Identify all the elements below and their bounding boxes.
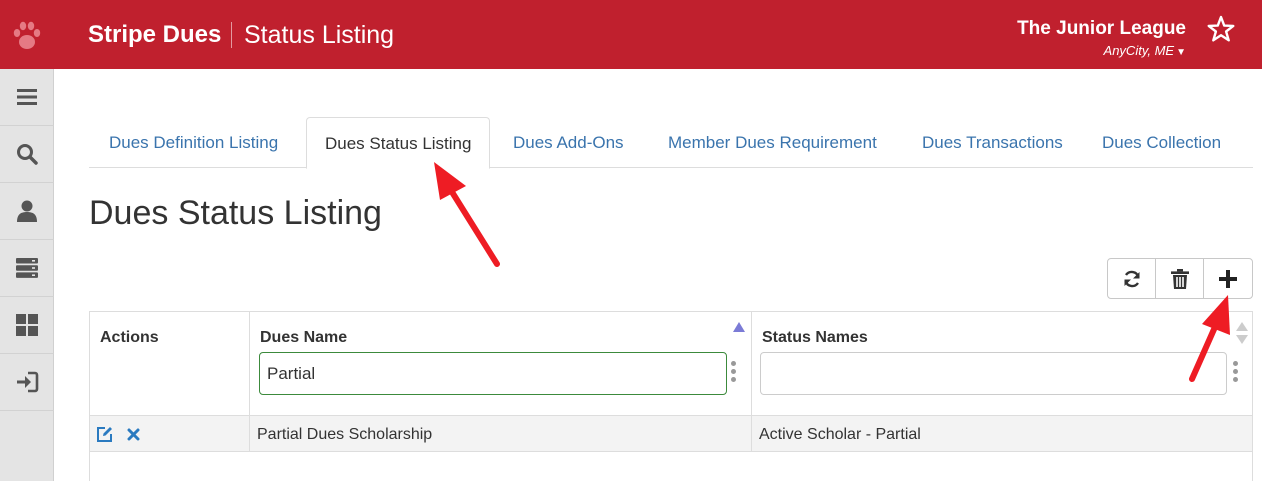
tab-dues-add-ons[interactable]: Dues Add-Ons	[513, 117, 624, 168]
delete-button[interactable]	[1156, 259, 1204, 298]
app-title[interactable]: Stripe Dues	[88, 21, 221, 49]
column-label-status-names: Status Names	[762, 329, 868, 346]
dues-status-table: Actions Dues Name Partial Status Names P…	[89, 311, 1253, 481]
status-names-filter-input[interactable]	[760, 352, 1227, 395]
dues-name-cell: Partial Dues Scholarship	[250, 416, 752, 452]
org-selector[interactable]: AnyCity, ME ▼	[1104, 43, 1186, 58]
tab-dues-definition-listing[interactable]: Dues Definition Listing	[109, 117, 278, 168]
star-icon[interactable]	[1206, 14, 1236, 44]
column-header-status-names[interactable]: Status Names	[752, 312, 1253, 415]
edit-icon[interactable]	[96, 426, 113, 443]
paw-logo-icon[interactable]	[0, 0, 54, 69]
title-divider	[231, 22, 232, 48]
menu-icon	[17, 89, 37, 105]
sidebar-item-menu[interactable]	[0, 69, 54, 126]
tab-dues-status-listing[interactable]: Dues Status Listing	[306, 117, 491, 169]
org-city: AnyCity, ME	[1103, 43, 1175, 58]
top-header: Stripe Dues Status Listing The Junior Le…	[0, 0, 1262, 69]
server-icon	[16, 258, 38, 278]
sidebar-item-sign-in[interactable]	[0, 354, 54, 411]
delete-icon[interactable]	[127, 428, 140, 441]
column-header-dues-name[interactable]: Dues Name Partial	[250, 312, 752, 415]
table-row[interactable]: Partial Dues Scholarship Active Scholar …	[90, 416, 1252, 452]
search-icon	[17, 144, 38, 165]
sign-in-icon	[17, 371, 39, 393]
arrow-to-tab-icon	[434, 162, 500, 267]
sidebar-item-dashboard[interactable]	[0, 297, 54, 354]
dues-name-filter-input[interactable]: Partial	[259, 352, 727, 395]
add-button[interactable]	[1204, 259, 1252, 298]
sidebar-item-search[interactable]	[0, 126, 54, 183]
refresh-button[interactable]	[1108, 259, 1156, 298]
page-title: Dues Status Listing	[89, 194, 382, 232]
sort-ascending-icon[interactable]	[733, 322, 745, 332]
tab-bar: Dues Definition Listing Dues Status List…	[89, 117, 1253, 169]
row-actions-cell	[90, 416, 250, 452]
status-names-cell: Active Scholar - Partial	[759, 426, 921, 443]
user-icon	[17, 200, 37, 222]
trash-icon	[1170, 268, 1189, 289]
dashboard-icon	[16, 314, 38, 336]
column-menu-icon[interactable]	[731, 361, 737, 385]
tab-member-dues-requirement[interactable]: Member Dues Requirement	[668, 117, 877, 168]
sidebar-item-user[interactable]	[0, 183, 54, 240]
sort-unsorted-icon[interactable]	[1236, 322, 1248, 344]
org-name[interactable]: The Junior League	[1017, 18, 1186, 40]
sidebar-item-server[interactable]	[0, 240, 54, 297]
page-name: Status Listing	[244, 21, 395, 49]
column-menu-icon[interactable]	[1233, 361, 1239, 385]
tab-dues-collection[interactable]: Dues Collection	[1102, 117, 1221, 168]
sidebar	[0, 69, 54, 481]
column-label-dues-name: Dues Name	[260, 329, 348, 346]
refresh-icon	[1123, 270, 1140, 287]
grid-toolbar	[1107, 258, 1253, 299]
column-label-actions: Actions	[100, 329, 159, 346]
plus-icon	[1218, 269, 1237, 288]
tab-dues-transactions[interactable]: Dues Transactions	[922, 117, 1063, 168]
column-header-actions: Actions	[90, 312, 250, 415]
caret-down-icon: ▼	[1176, 47, 1186, 58]
